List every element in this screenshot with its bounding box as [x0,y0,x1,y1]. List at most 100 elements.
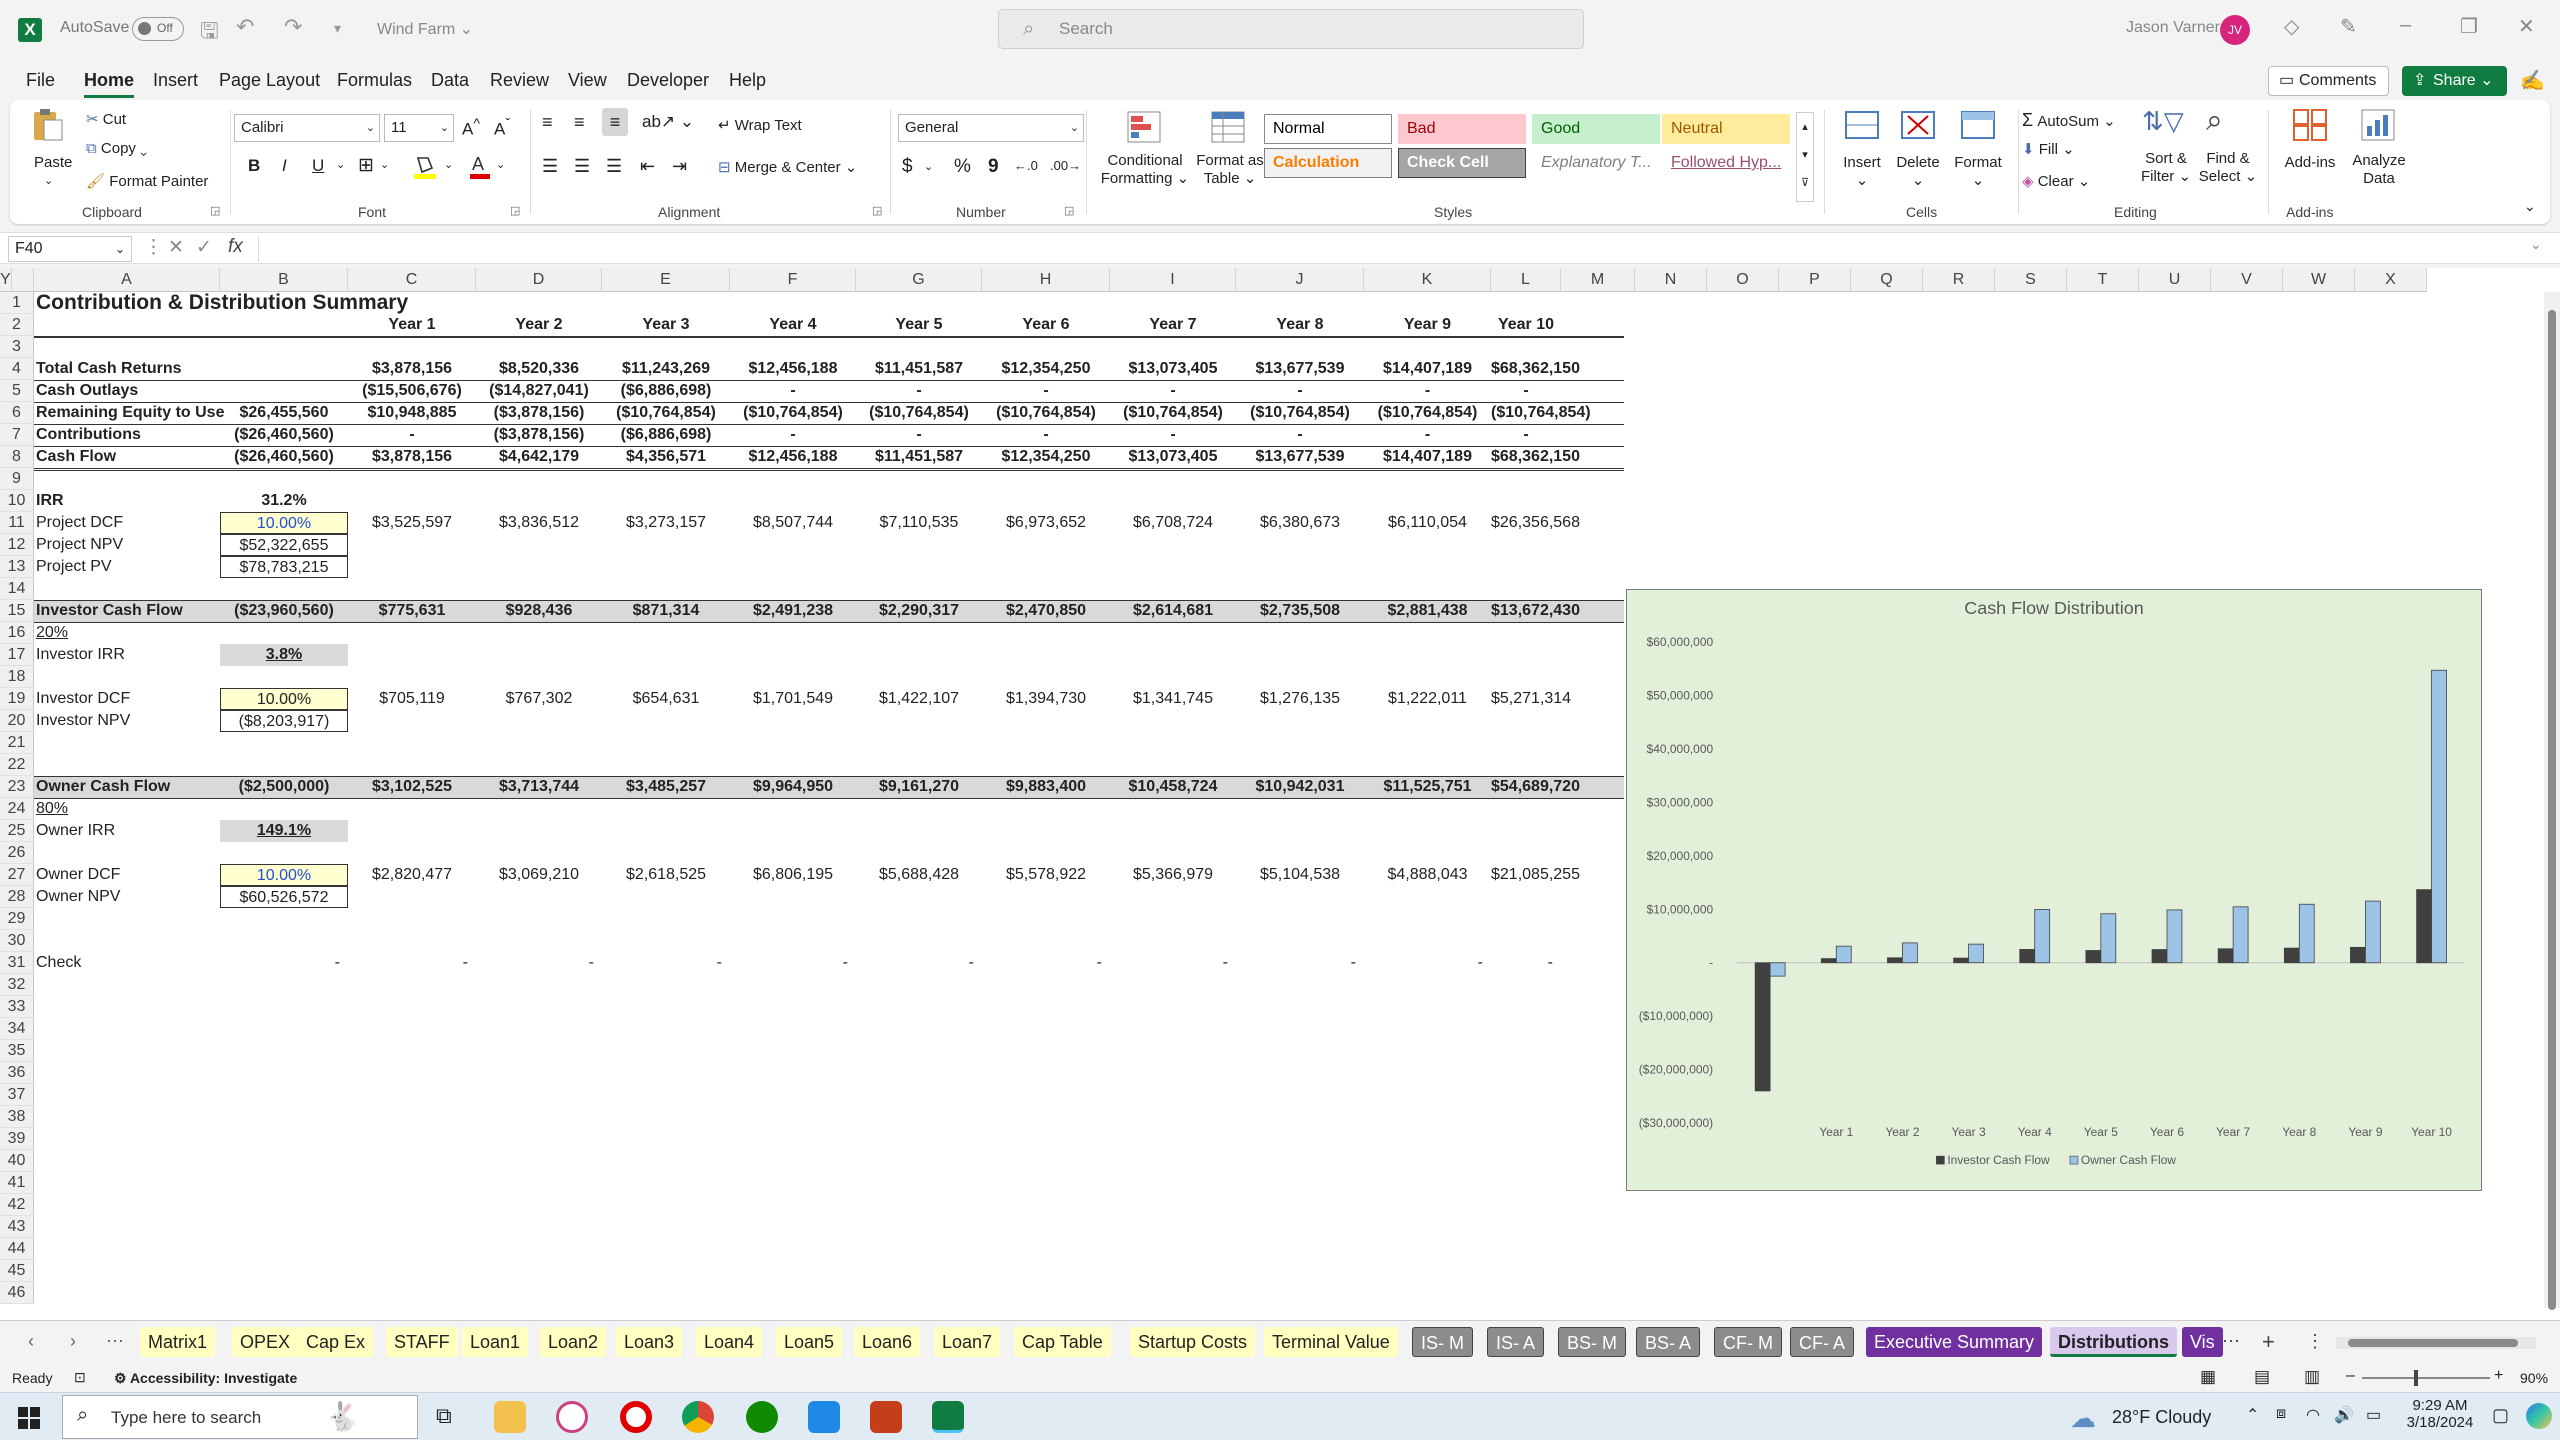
sort-filter-icon[interactable]: ⇅▽ [2142,106,2184,137]
document-title[interactable]: Wind Farm ⌄ [377,19,473,39]
row-header-39[interactable]: 39 [0,1128,34,1150]
paste-icon[interactable] [30,108,66,142]
row-header-44[interactable]: 44 [0,1238,34,1260]
column-header-m[interactable]: M [1561,268,1635,292]
volume-icon[interactable]: 🔊 [2334,1405,2354,1425]
tab-bs-m[interactable]: BS- M [1558,1327,1627,1357]
windows-start-icon[interactable] [18,1407,40,1429]
autosave-toggle[interactable]: Off [132,17,184,41]
format-painter-button[interactable]: 🖌 Format Painter [86,172,208,190]
currency-dropdown-icon[interactable]: ⌄ [924,160,933,173]
column-header-x[interactable]: X [2355,268,2427,292]
comma-style-icon[interactable]: 9 [988,156,999,178]
row-header-18[interactable]: 18 [0,666,34,688]
row-header-14[interactable]: 14 [0,578,34,600]
row-header-46[interactable]: 46 [0,1282,34,1304]
row-header-22[interactable]: 22 [0,754,34,776]
tab-loan3[interactable]: Loan3 [616,1327,683,1357]
column-header-e[interactable]: E [602,268,730,292]
analyze-data-button[interactable]: Analyze Data [2344,152,2414,188]
column-header-a[interactable]: A [34,268,220,292]
redo-icon[interactable]: ↷ [284,14,302,40]
fill-color-dropdown-icon[interactable]: ⌄ [444,158,453,171]
decrease-decimal-icon[interactable]: .00→ [1050,158,1081,173]
row-header-27[interactable]: 27 [0,864,34,886]
column-header-h[interactable]: H [982,268,1110,292]
zoom-in-icon[interactable]: + [2494,1367,2503,1385]
row-header-38[interactable]: 38 [0,1106,34,1128]
increase-decimal-icon[interactable]: ←.0 [1014,158,1038,173]
wrap-text-button[interactable]: ↵ Wrap Text [718,116,802,134]
collapse-ribbon-icon[interactable]: ⌄ [2524,198,2536,215]
tab-cap-ex[interactable]: Cap Ex [298,1327,374,1357]
opera-icon[interactable] [620,1401,652,1433]
currency-icon[interactable]: $ [902,156,913,178]
feedback-icon[interactable]: ✍ [2520,68,2545,93]
align-middle-icon[interactable]: ≡ [574,112,585,133]
tab-loan7[interactable]: Loan7 [934,1327,1001,1357]
add-ins-button[interactable]: Add-ins [2276,154,2344,171]
tab-terminal-value[interactable]: Terminal Value [1264,1327,1398,1357]
row-header-40[interactable]: 40 [0,1150,34,1172]
weather-text[interactable]: 28°F Cloudy [2112,1407,2211,1428]
vertical-scroll-thumb[interactable] [2548,310,2556,1310]
clear-button[interactable]: ◈ Clear ⌄ [2022,172,2090,190]
bold-button[interactable]: B [248,156,260,176]
horizontal-scrollbar[interactable] [2336,1337,2536,1349]
row-header-28[interactable]: 28 [0,886,34,908]
row-header-20[interactable]: 20 [0,710,34,732]
tab-startup-costs[interactable]: Startup Costs [1130,1327,1256,1357]
photos-icon[interactable] [808,1401,840,1433]
row-header-30[interactable]: 30 [0,930,34,952]
more-tabs-icon[interactable]: ⋯ [2222,1331,2240,1352]
undo-icon[interactable]: ↶ [236,14,254,40]
menu-formulas[interactable]: Formulas [337,70,412,91]
row-header-23[interactable]: 23 [0,776,34,798]
more-icon[interactable]: ⋮ [144,236,163,259]
horizontal-scroll-thumb[interactable] [2348,1339,2518,1347]
align-right-icon[interactable]: ☰ [606,156,622,177]
row-header-43[interactable]: 43 [0,1216,34,1238]
chrome-icon[interactable] [682,1401,714,1433]
row-header-24[interactable]: 24 [0,798,34,820]
increase-font-icon[interactable]: A^ [462,116,480,140]
italic-button[interactable]: I [282,156,287,176]
tab-next-icon[interactable]: › [70,1331,76,1352]
decrease-font-icon[interactable]: Aˇ [494,116,510,140]
sort-filter-button[interactable]: Sort & Filter ⌄ [2136,150,2196,186]
autosum-button[interactable]: Σ AutoSum ⌄ [2022,110,2116,131]
row-header-12[interactable]: 12 [0,534,34,556]
normal-view-icon[interactable]: ▦ [2200,1367,2216,1387]
minimize-icon[interactable]: – [2400,14,2411,37]
accessibility-status[interactable]: ⚙ Accessibility: Investigate [114,1370,297,1387]
tab-more-icon[interactable]: ⋯ [106,1331,124,1352]
fx-icon[interactable]: fx [228,236,243,258]
column-header-j[interactable]: J [1236,268,1364,292]
style-normal[interactable]: Normal [1264,114,1392,144]
align-top-icon[interactable]: ≡ [542,112,553,133]
row-header-4[interactable]: 4 [0,358,34,380]
tab-executive-summary[interactable]: Executive Summary [1866,1327,2043,1357]
column-header-s[interactable]: S [1995,268,2067,292]
row-header-42[interactable]: 42 [0,1194,34,1216]
cash-flow-chart[interactable]: Cash Flow Distribution $60,000,000 $50,000… [1626,589,2482,1191]
format-cells-icon[interactable] [1960,108,1996,142]
tray-display-icon[interactable]: ▭ [2366,1405,2381,1425]
find-icon[interactable]: ⌕ [2206,104,2223,138]
column-header-g[interactable]: G [856,268,982,292]
close-icon[interactable]: ✕ [2518,14,2535,39]
menu-page-layout[interactable]: Page Layout [219,70,320,91]
enter-icon[interactable]: ✓ [196,236,212,259]
name-box[interactable]: F40 ⌄ [8,236,132,262]
customize-qat-icon[interactable]: ▾ [334,20,341,37]
tab-loan6[interactable]: Loan6 [854,1327,921,1357]
styles-scroll-icon[interactable]: ▴ ▾ ⊽ [1796,112,1814,202]
row-header-29[interactable]: 29 [0,908,34,930]
column-header-i[interactable]: I [1110,268,1236,292]
column-header-w[interactable]: W [2283,268,2355,292]
orientation-icon[interactable]: ab↗ ⌄ [642,112,694,132]
percent-icon[interactable]: % [954,156,971,178]
number-format-select[interactable]: General ⌄ [898,114,1084,142]
page-layout-view-icon[interactable]: ▤ [2254,1367,2270,1387]
menu-home[interactable]: Home [84,70,135,98]
